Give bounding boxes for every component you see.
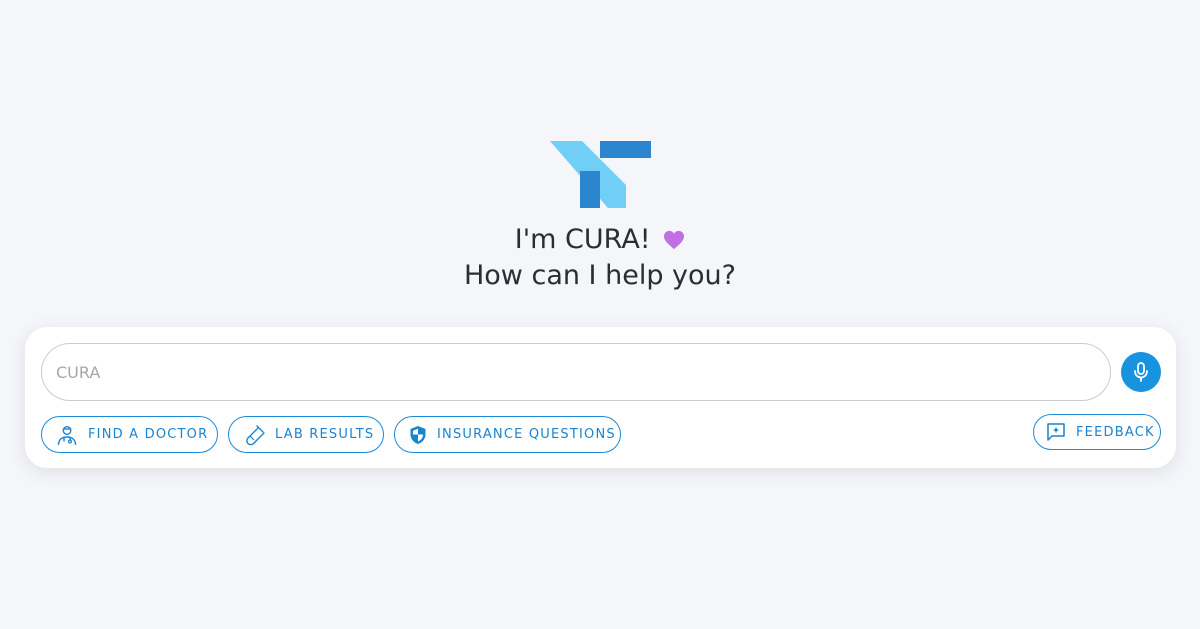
search-field[interactable]	[41, 343, 1111, 401]
greeting-subtitle: How can I help you?	[463, 260, 736, 291]
lab-results-label: LAB RESULTS	[275, 427, 375, 442]
greeting-line-1: I'm CURA!	[0, 222, 1200, 258]
chat-card: FIND A DOCTOR LAB RESULTS INSURANCE QUES…	[25, 327, 1176, 468]
greeting: I'm CURA! How can I help you?	[0, 222, 1200, 294]
feedback-label: FEEDBACK	[1076, 424, 1155, 440]
shield-icon	[410, 425, 426, 444]
heart-icon	[664, 230, 685, 250]
greeting-title: I'm CURA!	[514, 224, 651, 255]
find-doctor-label: FIND A DOCTOR	[88, 427, 209, 442]
feedback-button[interactable]: FEEDBACK	[1033, 414, 1161, 450]
mic-button[interactable]	[1121, 352, 1161, 392]
find-doctor-button[interactable]: FIND A DOCTOR	[41, 416, 218, 453]
search-input[interactable]	[42, 344, 1110, 400]
doctor-icon	[57, 425, 77, 445]
insurance-questions-button[interactable]: INSURANCE QUESTIONS	[394, 416, 621, 453]
microphone-icon	[1134, 362, 1148, 382]
cura-logo-icon	[550, 141, 651, 208]
test-tube-icon	[246, 424, 265, 445]
insurance-questions-label: INSURANCE QUESTIONS	[437, 427, 616, 442]
lab-results-button[interactable]: LAB RESULTS	[228, 416, 384, 453]
feedback-icon	[1047, 423, 1065, 441]
